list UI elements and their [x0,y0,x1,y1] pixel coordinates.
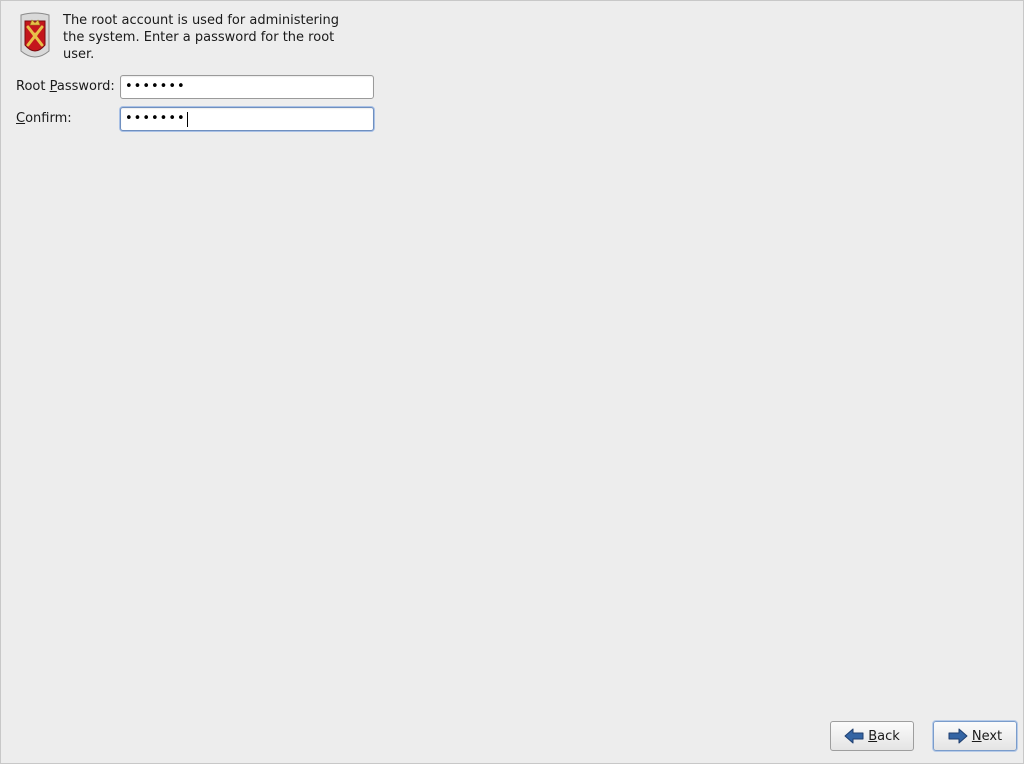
confirm-row: Confirm: ••••••• [16,107,374,131]
back-button[interactable]: Back [830,721,914,751]
back-button-label: Back [868,728,900,744]
confirm-password-field[interactable]: ••••••• [120,107,374,131]
intro-text: The root account is used for administeri… [63,13,340,62]
root-password-field[interactable]: ••••••• [120,75,374,99]
root-shield-icon [20,12,50,58]
root-password-value: ••••••• [125,79,186,94]
confirm-password-value: ••••••• [125,111,186,126]
installer-window: The root account is used for administeri… [0,0,1024,764]
next-button[interactable]: Next [933,721,1017,751]
text-caret [186,111,188,127]
root-password-label: Root Password: [16,79,115,94]
root-password-row: Root Password: ••••••• [16,75,374,99]
confirm-label: Confirm: [16,111,72,126]
arrow-right-icon [948,728,968,744]
arrow-left-icon [844,728,864,744]
root-password-header: The root account is used for administeri… [15,11,363,63]
next-button-label: Next [971,728,1003,744]
